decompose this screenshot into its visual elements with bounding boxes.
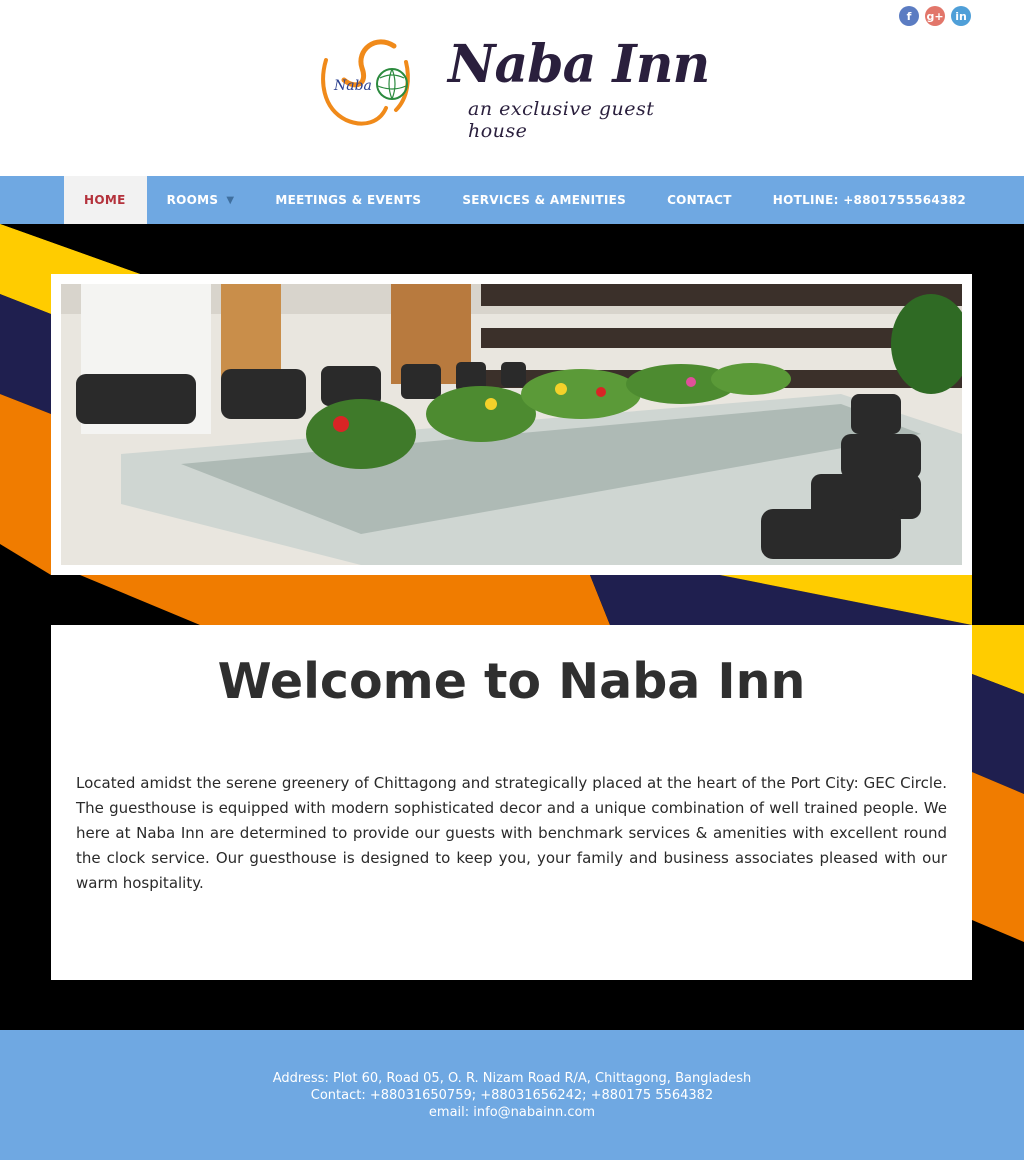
brand-name: Naba Inn [448,34,710,95]
main-stage: Welcome to Naba Inn Located amidst the s… [0,224,1024,1030]
nav-item-services-amenities[interactable]: SERVICES & AMENITIES [442,176,647,224]
nav-item-contact[interactable]: CONTACT [647,176,753,224]
footer-email[interactable]: email: info@nabainn.com [0,1104,1024,1121]
conference-room-image [61,284,962,565]
welcome-panel: Welcome to Naba Inn Located amidst the s… [51,625,972,980]
page-title: Welcome to Naba Inn [217,653,806,710]
nav-label: HOME [84,193,126,207]
site-header: f g+ in Naba Naba Inn an exclusive guest… [0,0,1024,176]
social-links: f g+ in [899,6,971,26]
nav-item-home[interactable]: HOME [64,176,147,224]
nav-item-rooms[interactable]: ROOMS ▼ [147,176,256,224]
facebook-icon[interactable]: f [899,6,919,26]
svg-text:Naba: Naba [333,78,372,94]
main-navigation: HOME ROOMS ▼ MEETINGS & EVENTS SERVICES … [0,176,1024,224]
nav-label: MEETINGS & EVENTS [275,193,422,207]
intro-paragraph: Located amidst the serene greenery of Ch… [76,774,947,892]
footer-address: Address: Plot 60, Road 05, O. R. Nizam R… [272,1071,752,1086]
brand-tagline: an exclusive guest house [468,98,655,142]
logo-mark-icon[interactable]: Naba [316,38,412,130]
hero-slider[interactable] [51,274,972,575]
site-footer: Address: Plot 60, Road 05, O. R. Nizam R… [0,1030,1024,1160]
nav-label: HOTLINE: +8801755564382 [772,193,967,207]
footer-contact: Contact: +88031650759; +88031656242; +88… [310,1088,714,1103]
nav-label: CONTACT [667,193,732,207]
nav-item-meetings-events[interactable]: MEETINGS & EVENTS [255,176,442,224]
logo-wordmark[interactable]: Naba Inn an exclusive guest house [440,32,710,142]
nav-label: SERVICES & AMENITIES [462,193,627,207]
nav-label: ROOMS [166,193,219,207]
google-plus-icon[interactable]: g+ [925,6,945,26]
chevron-down-icon: ▼ [226,194,235,206]
nav-item-hotline[interactable]: HOTLINE: +8801755564382 [753,176,987,224]
linkedin-icon[interactable]: in [951,6,971,26]
